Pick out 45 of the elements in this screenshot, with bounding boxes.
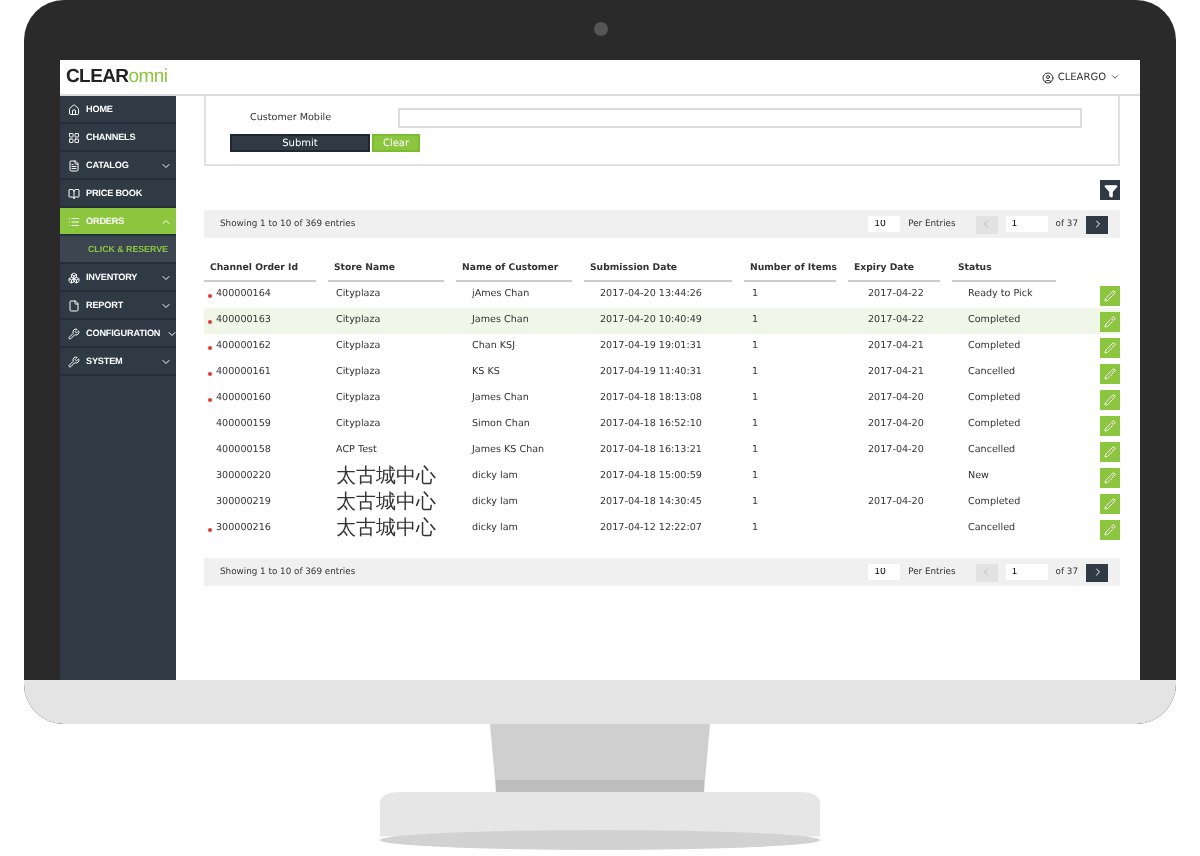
edit-button[interactable] bbox=[1100, 441, 1120, 461]
pencil-icon bbox=[1104, 445, 1116, 457]
edit-button[interactable] bbox=[1100, 493, 1120, 513]
menu-item-icon bbox=[68, 299, 80, 311]
edit-button[interactable] bbox=[1100, 519, 1120, 539]
next-page-button[interactable] bbox=[1086, 563, 1108, 581]
menu-item-icon bbox=[68, 215, 80, 227]
pencil-icon bbox=[1104, 315, 1116, 327]
input-field[interactable] bbox=[398, 108, 1082, 128]
menu-item-icon bbox=[68, 131, 80, 143]
edit-button[interactable] bbox=[1100, 337, 1120, 357]
table-cell-text: 太古城中心 bbox=[334, 490, 438, 516]
chevron-left-icon bbox=[980, 218, 993, 230]
table-cell-text: 太古城中心 bbox=[334, 516, 438, 542]
pencil-icon bbox=[1104, 341, 1116, 353]
logo: CLEARomni bbox=[66, 66, 168, 88]
chevron-right-icon bbox=[1091, 566, 1103, 578]
menu-item-icon bbox=[68, 187, 80, 199]
user-icon bbox=[1041, 71, 1054, 83]
caret-icon bbox=[1110, 72, 1120, 82]
table-cell-text: 太古城中心 bbox=[334, 464, 438, 490]
menu-item-icon bbox=[68, 159, 80, 171]
camera-icon bbox=[593, 22, 607, 36]
pencil-icon bbox=[1104, 523, 1116, 535]
pencil-icon bbox=[1104, 471, 1116, 483]
pencil-icon bbox=[1104, 367, 1116, 379]
next-page-button[interactable] bbox=[1086, 215, 1108, 233]
edit-button[interactable] bbox=[1100, 311, 1120, 331]
edit-button[interactable] bbox=[1100, 285, 1120, 305]
filter-icon bbox=[1103, 183, 1117, 197]
pencil-icon bbox=[1104, 497, 1116, 509]
menu-item-icon bbox=[68, 327, 80, 339]
edit-button[interactable] bbox=[1100, 389, 1120, 409]
pencil-icon bbox=[1104, 419, 1116, 431]
menu-item-icon bbox=[68, 355, 80, 367]
filter-button[interactable] bbox=[1100, 180, 1120, 200]
edit-button[interactable] bbox=[1100, 363, 1120, 383]
pencil-icon bbox=[1104, 289, 1116, 301]
chevron-left-icon bbox=[980, 566, 993, 578]
menu-item-icon bbox=[68, 103, 80, 115]
edit-button[interactable] bbox=[1100, 415, 1120, 435]
menu-item-icon bbox=[68, 271, 80, 283]
chevron-right-icon bbox=[1091, 218, 1103, 230]
pencil-icon bbox=[1104, 393, 1116, 405]
edit-button[interactable] bbox=[1100, 467, 1120, 487]
